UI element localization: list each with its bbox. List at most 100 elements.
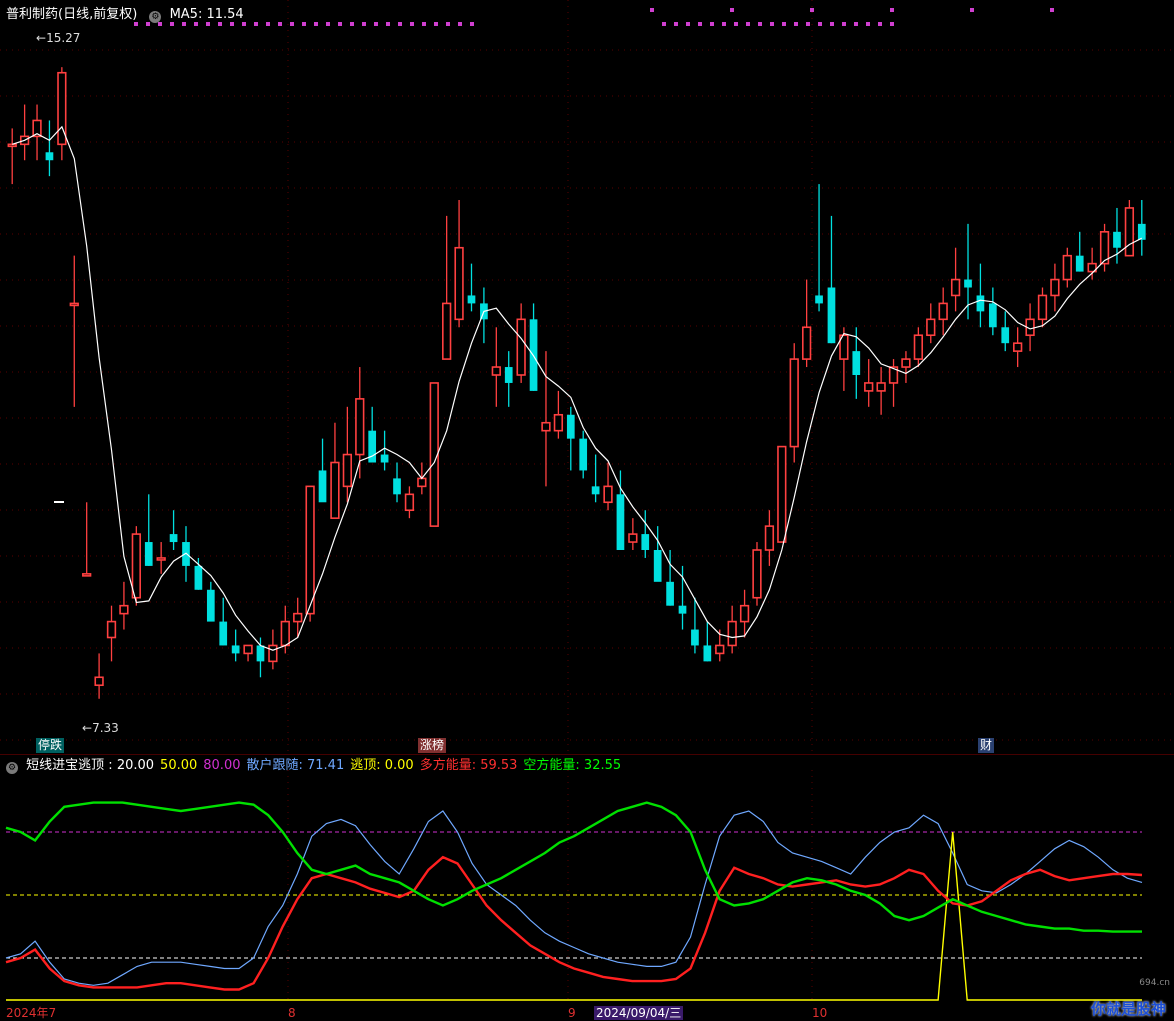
- top-marker: [410, 22, 414, 26]
- top-marker: [734, 22, 738, 26]
- candle-body-up: [491, 366, 501, 376]
- candle-body-up: [342, 453, 353, 488]
- candle-body-down: [827, 287, 836, 344]
- candle-body-up: [1062, 254, 1072, 281]
- indicator-legend: 20.00 50.00 80.00 散户跟随: 71.41 逃顶: 0.00 多方能量: …: [117, 758, 627, 773]
- candle-body-down: [1113, 231, 1121, 248]
- candle-body-down: [45, 152, 54, 161]
- candle-body-up: [764, 525, 775, 551]
- candle-body-up: [355, 398, 365, 456]
- top-marker: [770, 22, 774, 26]
- candle-body-up: [516, 318, 526, 376]
- top-marker: [458, 22, 462, 26]
- candle-body-down: [318, 470, 327, 503]
- candle-body-down: [616, 494, 625, 550]
- candle-body-up: [739, 604, 750, 623]
- top-marker: [446, 22, 450, 26]
- candle-body-down: [169, 534, 178, 543]
- top-marker: [970, 8, 974, 12]
- candle-body-up: [1037, 294, 1048, 321]
- top-marker: [326, 22, 330, 26]
- x-label-cursor-date: 2024/09/04/三: [594, 1006, 684, 1020]
- indicator-settings-icon[interactable]: ⚙: [6, 762, 18, 774]
- event-tag-stop[interactable]: 停跌: [36, 738, 65, 753]
- candle-body-up: [1013, 342, 1023, 352]
- candle-body-up: [82, 573, 92, 577]
- top-marker: [434, 22, 438, 26]
- candle-body-up: [69, 302, 79, 307]
- event-tag-rank[interactable]: 涨榜: [418, 738, 447, 753]
- candle-body-down: [144, 542, 153, 566]
- top-marker: [350, 22, 354, 26]
- top-marker: [878, 22, 882, 26]
- candle-body-up: [801, 326, 812, 360]
- candle-body-up: [305, 485, 315, 615]
- candle-body-down: [1075, 255, 1084, 272]
- indicator-legend-item: 50.00: [160, 758, 198, 773]
- candle-body-up: [243, 644, 253, 655]
- candle-body-up: [454, 246, 464, 321]
- top-marker: [302, 22, 306, 26]
- candle-body-up: [553, 413, 564, 432]
- top-marker: [290, 22, 294, 26]
- event-tag-finance[interactable]: 财: [978, 738, 995, 753]
- candle-body-down: [1137, 223, 1146, 240]
- candle-body-up: [7, 143, 17, 148]
- price-chart[interactable]: [0, 0, 1174, 755]
- settings-icon[interactable]: ⚙: [149, 11, 162, 23]
- candle-body-up: [404, 493, 415, 512]
- top-marker: [722, 22, 726, 26]
- candle-body-up: [603, 485, 613, 504]
- escape-top-line: [6, 831, 1142, 1001]
- x-label-oct: 10: [812, 1006, 828, 1020]
- ma5-line: [12, 125, 1143, 651]
- top-marker: [1050, 8, 1054, 12]
- chart-header: 普利制药(日线,前复权) ⚙ MA5: 11.54: [6, 7, 244, 23]
- candle-body-down: [666, 581, 674, 606]
- candle-body-down: [653, 550, 662, 582]
- x-label-sep: 9: [568, 1006, 576, 1020]
- watermark-site: 694.cn: [1139, 978, 1170, 988]
- top-marker: [650, 8, 654, 12]
- top-marker: [278, 22, 282, 26]
- indicator-legend-item: 逃顶: 0.00: [350, 758, 414, 773]
- top-marker: [422, 22, 426, 26]
- candle-body-down: [219, 621, 228, 646]
- candle-body-down: [678, 605, 687, 614]
- top-marker: [818, 22, 822, 26]
- candle-body-down: [988, 303, 997, 328]
- candle-body-up: [1124, 207, 1135, 257]
- top-marker: [374, 22, 378, 26]
- indicator-legend-item: 空方能量: 32.55: [523, 758, 622, 773]
- candle-body-down: [256, 645, 265, 662]
- top-marker: [782, 22, 786, 26]
- top-marker: [386, 22, 390, 26]
- candle-body-up: [1050, 278, 1060, 297]
- stock-title[interactable]: 普利制药(日线,前复权): [6, 7, 137, 22]
- candle-body-up: [94, 676, 104, 687]
- candle-body-down: [1001, 327, 1010, 344]
- candle-body-down: [467, 295, 476, 304]
- indicator-name[interactable]: 短线进宝逃顶: [26, 758, 104, 773]
- candle-body-up: [777, 445, 787, 543]
- top-marker: [314, 22, 318, 26]
- top-marker: [842, 22, 846, 26]
- candle-body-up: [119, 604, 129, 615]
- candle-body-up: [131, 533, 141, 599]
- sep: :: [108, 758, 113, 773]
- top-marker: [398, 22, 402, 26]
- top-marker: [362, 22, 366, 26]
- indicator-header: ⚙ 短线进宝逃顶 : 20.00 50.00 80.00 散户跟随: 71.41 逃顶:…: [6, 758, 627, 774]
- ma-label: MA5:: [169, 7, 203, 22]
- ma-value: 11.54: [206, 7, 244, 22]
- top-marker: [686, 22, 690, 26]
- candle-body-down: [703, 645, 712, 662]
- candle-body-up: [628, 533, 638, 543]
- top-marker: [710, 22, 714, 26]
- candle-body-up: [106, 620, 117, 639]
- candle-body-down: [815, 295, 823, 304]
- high-price-label: ←15.27: [36, 31, 81, 45]
- candle-body-up: [901, 358, 911, 368]
- top-marker: [758, 22, 762, 26]
- candle-body-up: [727, 620, 737, 647]
